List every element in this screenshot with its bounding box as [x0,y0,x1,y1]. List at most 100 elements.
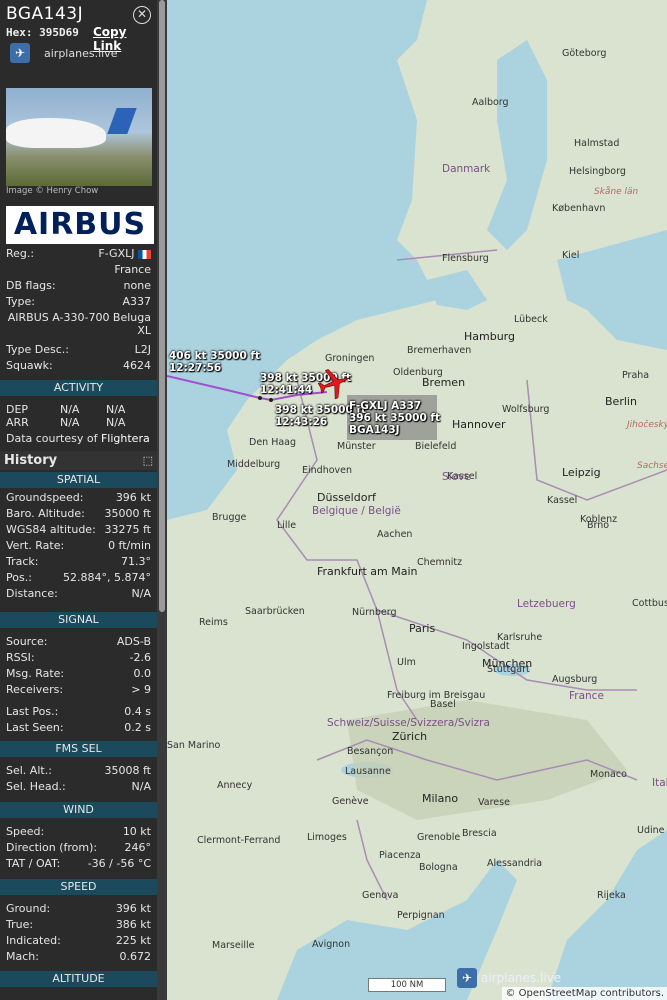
signal-header[interactable]: SIGNAL [0,612,157,628]
type-row: Type: A337 [6,294,151,310]
place-label: Lübeck [514,314,548,325]
place-label: Lausanne [345,766,391,777]
spatial-row-value: 71.3° [121,555,151,568]
place-label: Brescia [462,828,497,839]
signal-row-value: 0.4 s [124,705,151,718]
speed-row: Mach: 0.672 [6,949,151,965]
arr-value-1: N/A [60,416,80,429]
dep-label: DEP [6,403,29,416]
place-label: Milano [422,792,459,805]
hex-row: Hex: 395D69 [6,26,79,39]
place-label: Rijeka [597,890,626,901]
signal-row: Msg. Rate: 0.0 [6,666,151,682]
track-label-1: 406 kt 35000 ft 12:27:56 [169,350,261,374]
speed-row: True: 386 kt [6,917,151,933]
signal-row-value: > 9 [131,683,151,696]
signal-row-value: 0.0 [133,667,152,680]
place-label: Düsseldorf [317,491,376,504]
external-link-icon[interactable]: ⬚ [143,451,153,470]
place-label: Saarbrücken [245,606,305,617]
aircraft-info-sidebar: BGA143J ✕ Hex: 395D69 Copy Link ✈ airpla… [0,0,157,1000]
reg-row: Reg.: F-GXLJ [6,246,151,262]
country-value: France [114,263,151,276]
spatial-row-label: WGS84 altitude: [6,523,96,536]
aircraft-marker-icon[interactable] [317,365,353,401]
place-label: Letzebuerg [517,598,576,610]
osm-credit[interactable]: © OpenStreetMap contributors. [502,987,667,1000]
place-label: Leipzig [562,466,601,479]
fms-row-value: 35008 ft [104,764,151,777]
flightera-link[interactable]: Flightera [101,432,150,445]
place-label: Nürnberg [352,607,397,618]
place-label: Wolfsburg [502,404,550,415]
map-view[interactable]: 406 kt 35000 ft 12:27:56 398 kt 35000 ft 1… [167,0,667,1000]
airplane-logo-icon: ✈ [10,43,30,63]
hex-label: Hex: [6,26,33,39]
place-label: Praha [622,370,650,381]
signal-row: RSSI: -2.6 [6,650,151,666]
country-row: France [6,262,151,278]
typedesc-row: Type Desc.: L2J [6,342,151,358]
wind-row-label: Direction (from): [6,841,98,854]
speed-row-label: Mach: [6,950,39,963]
place-label: Bologna [419,862,458,873]
aircraft-label[interactable]: F-GXLJ A337 396 kt 35000 ft BGA143J [349,400,440,436]
close-icon[interactable]: ✕ [133,6,151,24]
place-label: Brno [587,520,610,531]
place-label: Avignon [312,939,351,950]
spatial-header[interactable]: SPATIAL [0,472,157,488]
watermark-text: airplanes.live [481,971,562,985]
place-label: Besançon [347,746,394,757]
courtesy-text: Data courtesy of [6,432,98,445]
place-label: Bremerhaven [407,345,472,356]
altitude-header[interactable]: ALTITUDE [0,971,157,987]
place-label: Bielefeld [415,441,457,452]
speed-row-value: 225 kt [115,934,151,947]
arr-value-2: N/A [106,416,126,429]
speed-header[interactable]: SPEED [0,879,157,895]
spatial-row: Pos.: 52.884°, 5.874° [6,570,151,586]
signal-row: Source: ADS-B [6,634,151,650]
speed-row: Ground: 396 kt [6,901,151,917]
arr-label: ARR [6,416,29,429]
signal-row-label: Source: [6,635,48,648]
place-label: San Marino [167,740,221,751]
dep-row: DEP N/A N/A [6,403,125,416]
place-label: Sachsen [637,461,667,471]
signal-row-value: 0.2 s [124,721,151,734]
place-label: Piacenza [379,850,421,861]
reg-value[interactable]: F-GXLJ [98,246,151,262]
signal-row-label: Receivers: [6,683,64,696]
map-watermark: ✈ airplanes.live [457,968,561,988]
signal-row: Receivers: > 9 [6,682,151,698]
place-label: Skåne län [594,187,639,197]
france-flag-icon [138,249,151,259]
wind-header[interactable]: WIND [0,802,157,818]
squawk-label: Squawk: [6,359,53,372]
spatial-row-label: Baro. Altitude: [6,507,85,520]
reg-label: Reg.: [6,247,35,260]
place-label: Alessandria [487,858,543,869]
place-label: Eindhoven [302,465,353,476]
place-label: København [552,203,606,214]
place-label: Slove [442,471,471,483]
dbflags-label: DB flags: [6,279,56,292]
place-label: Brugge [212,512,247,523]
activity-header[interactable]: ACTIVITY [0,380,157,396]
sidebar-scroll-thumb[interactable] [159,0,165,612]
fms-header[interactable]: FMS SEL [0,741,157,757]
spatial-row-value: 33275 ft [104,523,151,536]
airline-logo: AIRBUS [6,206,154,244]
place-label: Chemnitz [417,557,463,568]
place-label: Frankfurt am Main [317,565,418,578]
spatial-row: WGS84 altitude: 33275 ft [6,522,151,538]
place-label: Basel [430,699,456,710]
place-label: Augsburg [552,674,598,685]
history-header[interactable]: History ⬚ [0,451,157,470]
type-full-2: XL [137,324,151,337]
place-label: Hannover [452,418,506,431]
typedesc-label: Type Desc.: [6,343,69,356]
place-label: Annecy [217,780,253,791]
site-link[interactable]: ✈ airplanes.live [10,42,117,64]
place-label: Danmark [442,163,491,175]
